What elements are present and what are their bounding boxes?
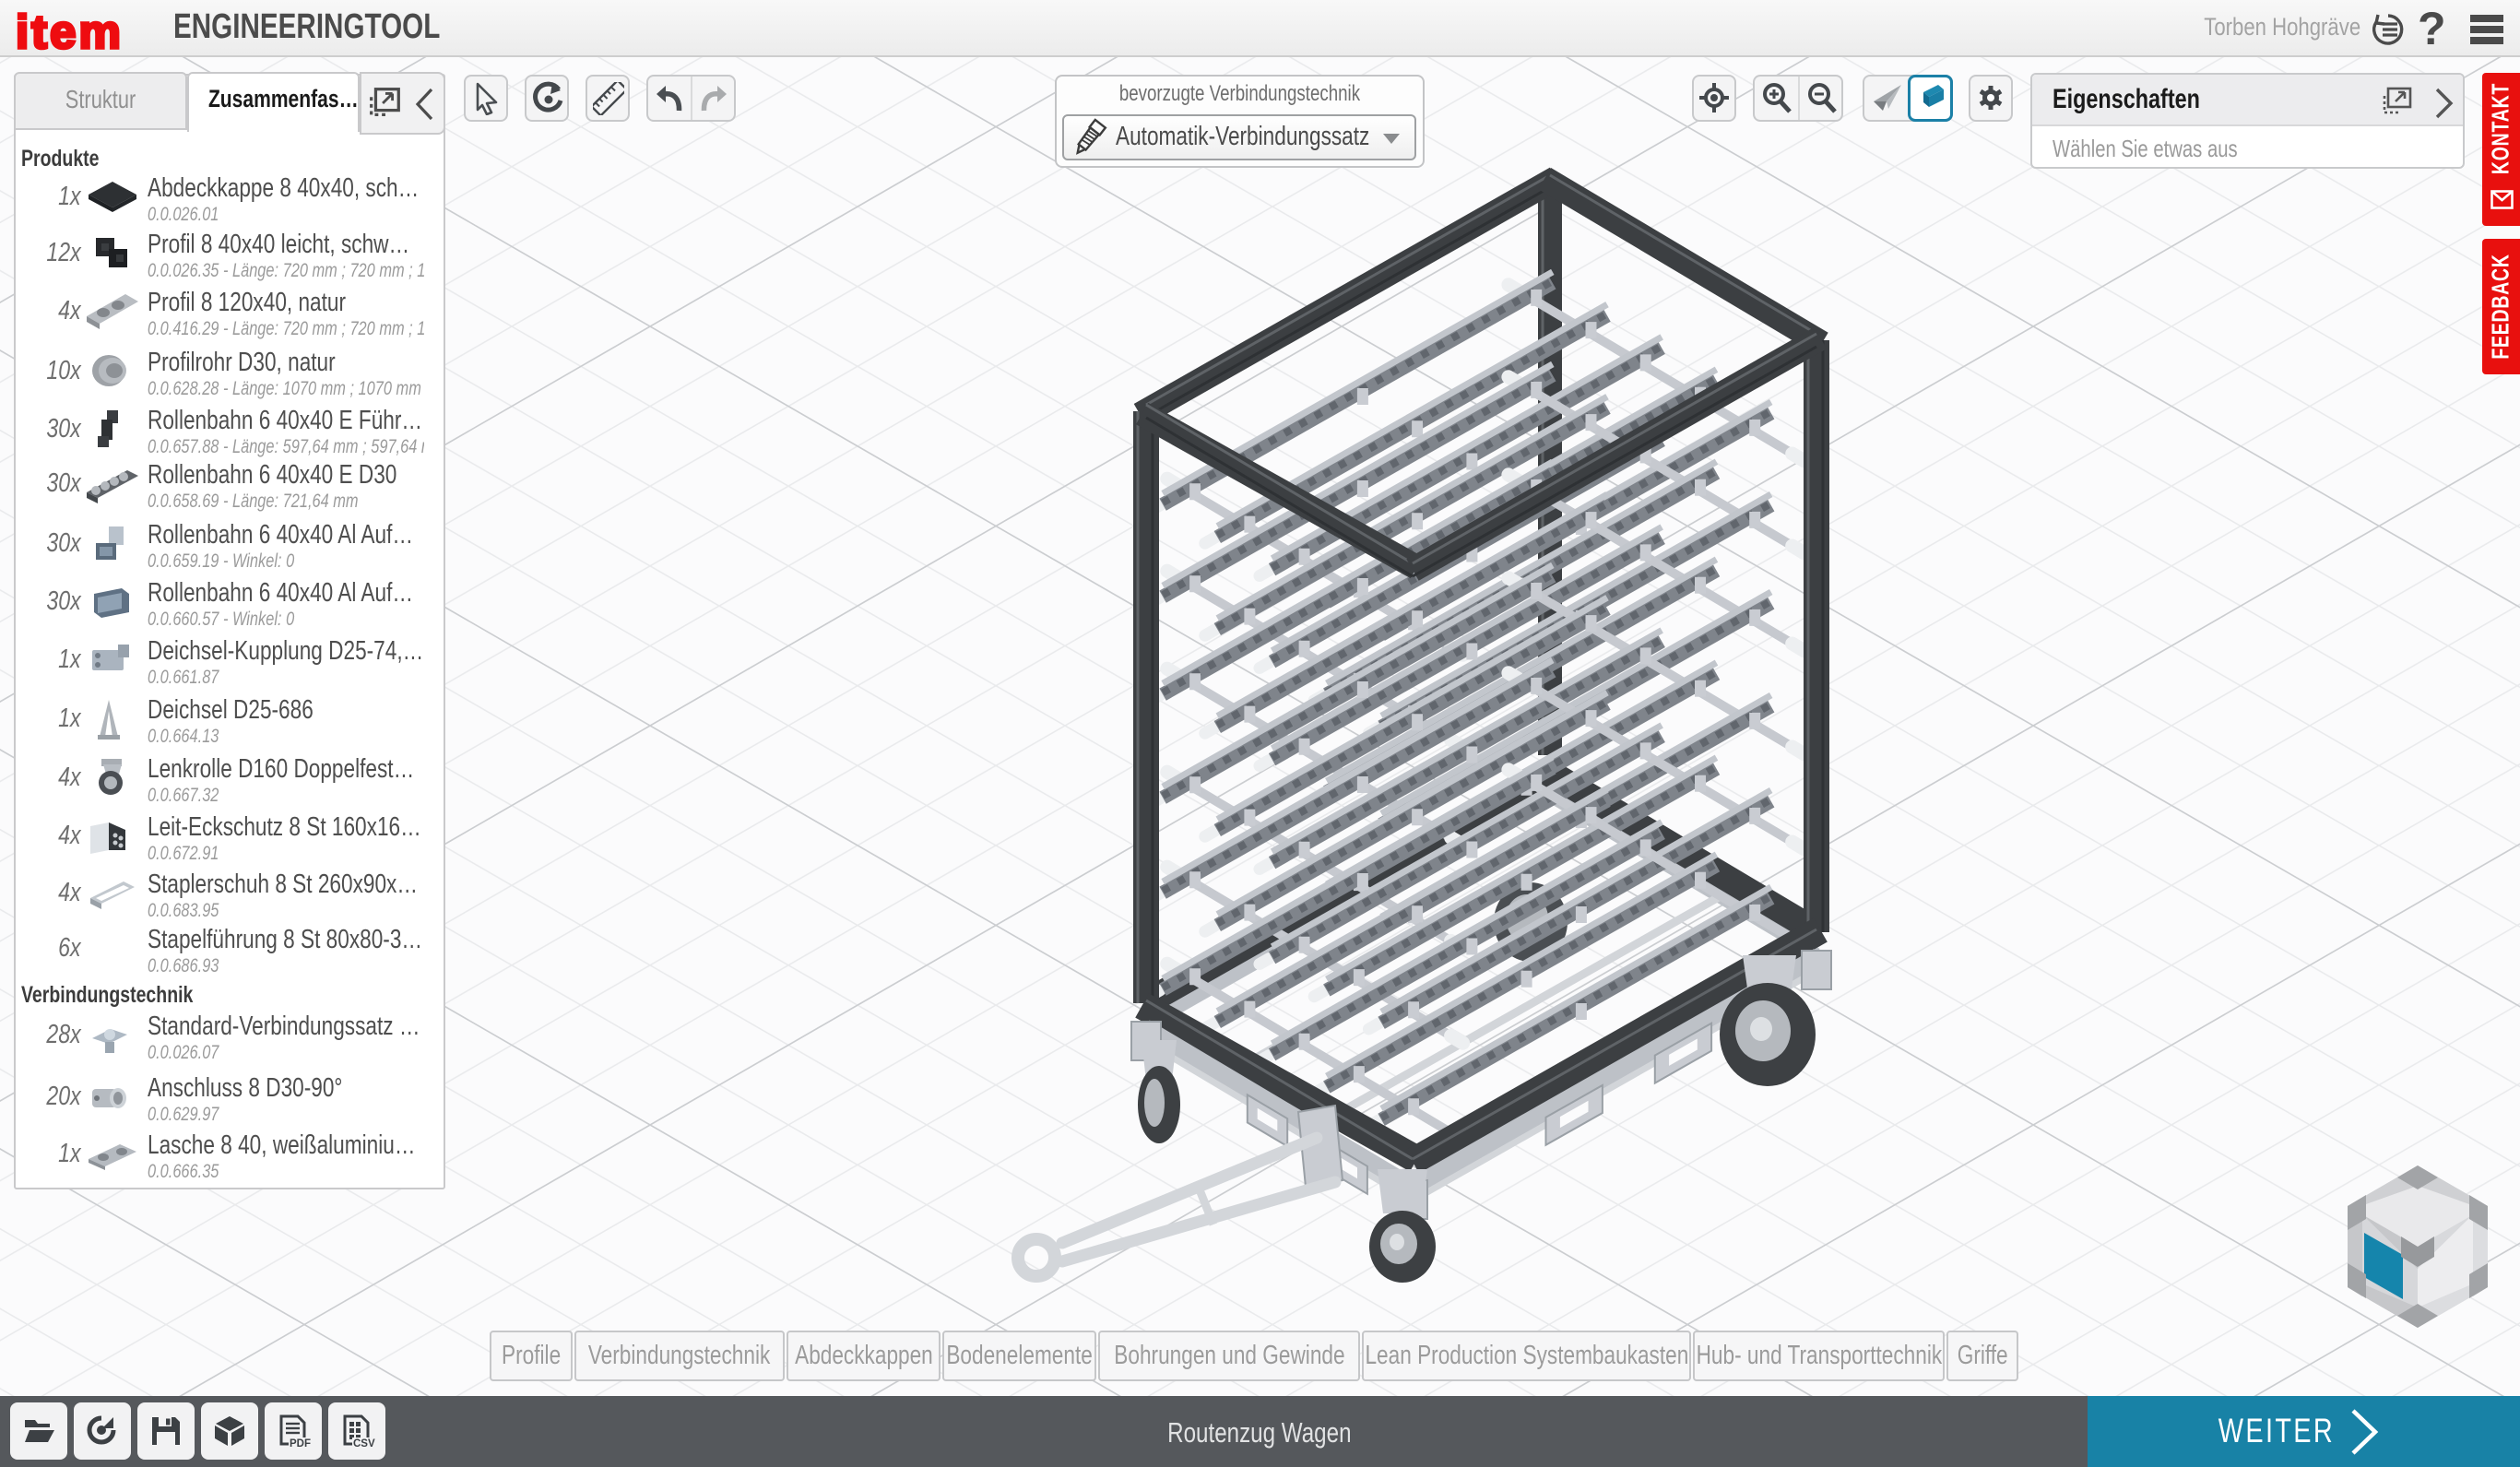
svg-text:PDF: PDF [290, 1438, 311, 1449]
svg-text:CSV: CSV [353, 1438, 375, 1449]
